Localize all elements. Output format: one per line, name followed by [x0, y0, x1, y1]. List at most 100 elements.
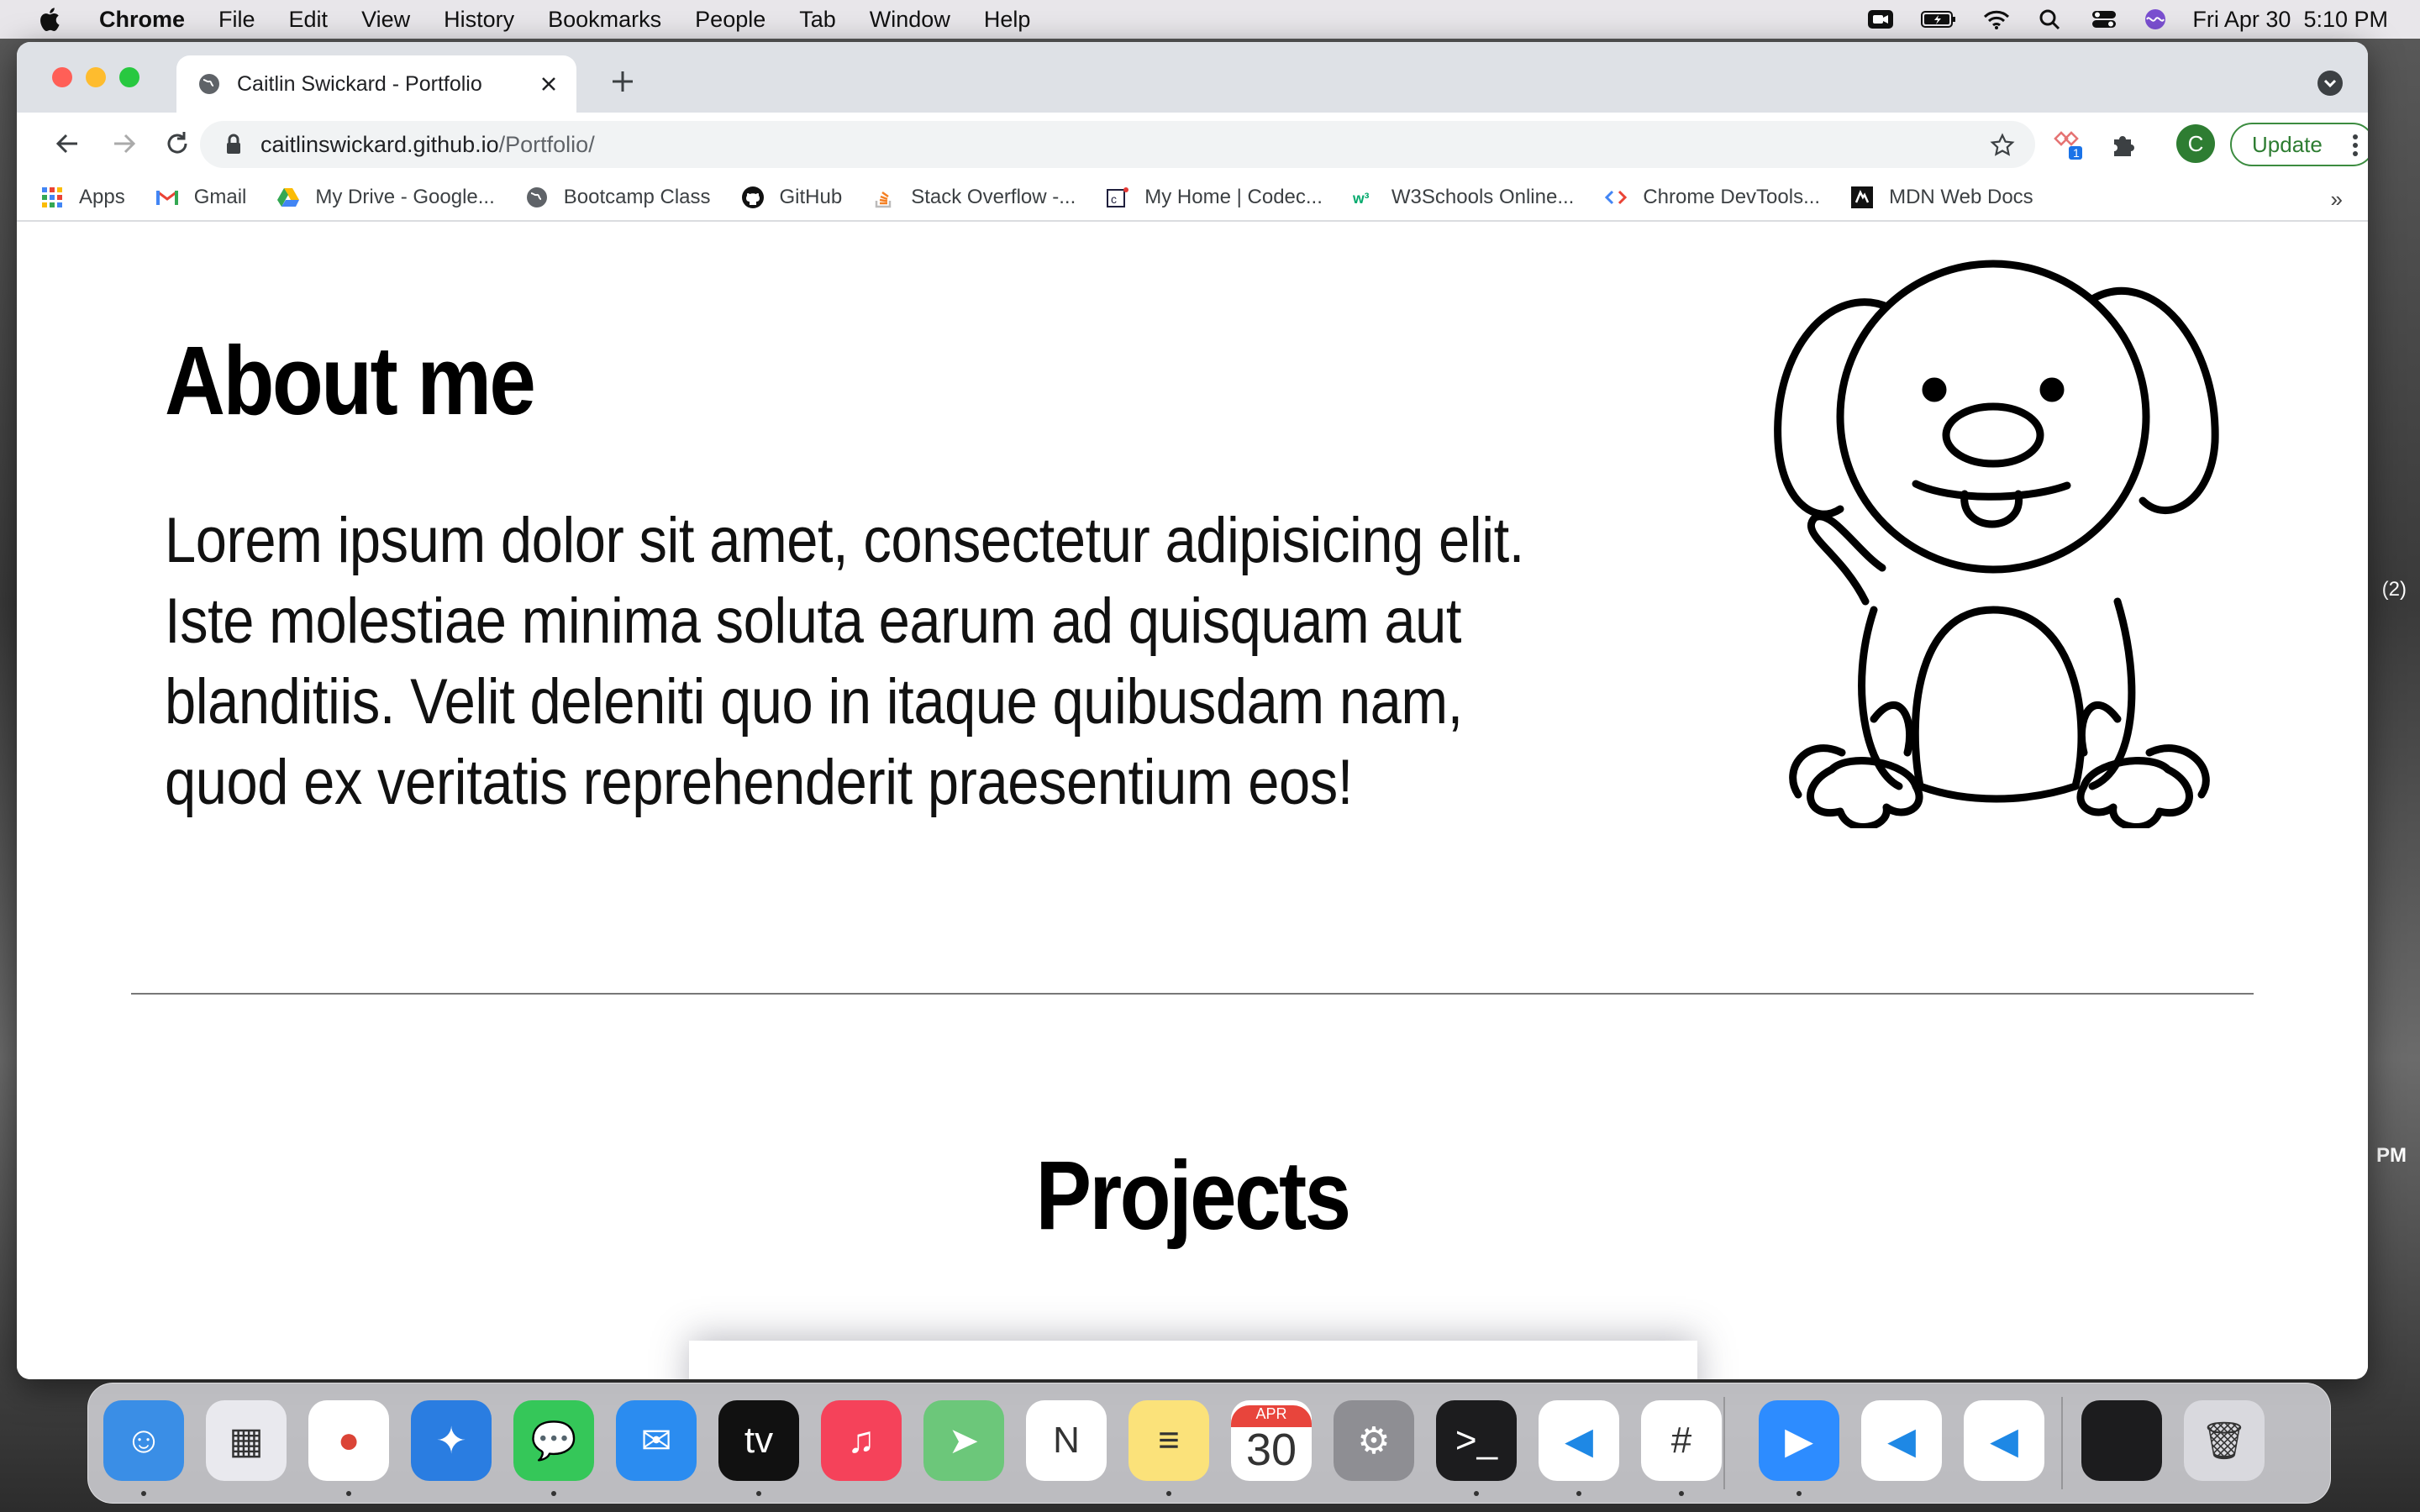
dock-safari-icon[interactable]: ✦	[411, 1400, 492, 1481]
dock-zoom-icon[interactable]: ▶	[1759, 1400, 1839, 1481]
github-icon	[741, 186, 765, 209]
bookmark-mdn[interactable]: MDN Web Docs	[1850, 186, 2033, 209]
menu-tab[interactable]: Tab	[799, 7, 836, 33]
tab-strip: Caitlin Swickard - Portfolio	[17, 42, 2368, 113]
tab-portfolio[interactable]: Caitlin Swickard - Portfolio	[176, 55, 576, 113]
menu-history[interactable]: History	[444, 7, 514, 33]
dock-chrome-icon[interactable]: ●	[308, 1400, 389, 1481]
dock-trash-icon[interactable]: 🗑	[2184, 1400, 2265, 1481]
dock-system-preferences-icon[interactable]: ⚙	[1334, 1400, 1414, 1481]
dock-terminal-icon[interactable]: >_	[1436, 1400, 1517, 1481]
extension-badge-count: 1	[2073, 146, 2080, 160]
bookmark-chrome-devtools[interactable]: Chrome DevTools...	[1604, 186, 1820, 209]
back-arrow-icon[interactable]	[52, 128, 84, 160]
devtools-icon	[1604, 186, 1628, 209]
bookmark-stack-overflow[interactable]: Stack Overflow -...	[872, 186, 1076, 209]
dock-launchpad-icon[interactable]: ▦	[206, 1400, 287, 1481]
bookmark-label: GitHub	[779, 186, 843, 208]
menu-people[interactable]: People	[695, 7, 765, 33]
dock-slack-icon[interactable]: #	[1641, 1400, 1722, 1481]
bookmark-codecademy[interactable]: c My Home | Codec...	[1106, 186, 1323, 209]
dock-finder-icon[interactable]: ☺	[103, 1400, 184, 1481]
dock-running-indicator	[551, 1491, 556, 1496]
dock-music-icon[interactable]: ♫	[821, 1400, 902, 1481]
dock-running-indicator	[1679, 1491, 1684, 1496]
bookmark-label: Gmail	[193, 186, 247, 208]
dock-news-icon[interactable]: N	[1026, 1400, 1107, 1481]
bookmark-w3schools[interactable]: w³ W3Schools Online...	[1353, 186, 1574, 209]
wifi-icon[interactable]	[1982, 8, 2011, 31]
about-heading: About me	[165, 326, 536, 435]
lock-icon[interactable]	[225, 134, 242, 155]
forward-arrow-icon[interactable]	[108, 128, 139, 160]
project-card[interactable]	[689, 1341, 1697, 1379]
menu-bookmarks[interactable]: Bookmarks	[548, 7, 661, 33]
dock-separator	[1723, 1397, 1725, 1489]
dock-apple-tv-icon[interactable]: tv	[718, 1400, 799, 1481]
svg-text:w³: w³	[1353, 190, 1370, 207]
dock-running-indicator	[346, 1491, 351, 1496]
bookmark-google-drive[interactable]: My Drive - Google...	[276, 186, 495, 209]
dock-maps-icon[interactable]: ➤	[923, 1400, 1004, 1481]
dock-mail-icon[interactable]: ✉	[616, 1400, 697, 1481]
about-paragraph: Lorem ipsum dolor sit amet, consectetur …	[165, 505, 1524, 818]
siri-icon[interactable]	[2144, 8, 2167, 31]
update-button[interactable]: Update	[2230, 123, 2368, 166]
dock-window-minimized-icon[interactable]	[2081, 1400, 2162, 1481]
desktop-text-fragment: (2)	[2381, 578, 2407, 601]
extensions-puzzle-icon[interactable]	[2107, 129, 2138, 160]
extension-badge-icon[interactable]: 1	[2054, 129, 2084, 160]
profile-avatar[interactable]: C	[2176, 124, 2215, 163]
cartoon-dog-image	[1774, 260, 2219, 828]
dock-vscode-3-icon[interactable]: ◀	[1964, 1400, 2044, 1481]
dock-calendar-icon[interactable]: APR 30	[1231, 1400, 1312, 1481]
bookmarks-overflow-chevron[interactable]: »	[2331, 186, 2343, 213]
bookmark-label: My Drive - Google...	[315, 186, 495, 208]
minimize-window-button[interactable]	[86, 67, 106, 87]
section-divider	[131, 993, 2254, 995]
w3schools-icon: w³	[1353, 186, 1376, 209]
bookmark-apps[interactable]: Apps	[40, 186, 125, 209]
menu-file[interactable]: File	[218, 7, 255, 33]
apple-logo-icon[interactable]	[35, 4, 66, 34]
apps-grid-icon	[40, 186, 64, 209]
macos-dock: ☺ ▦ ● ✦ 💬 ✉ tv ♫ ➤ N ≡ APR 30 ⚙ >_ ◀ # ▶ ◀ ◀ 🗑	[87, 1383, 2331, 1504]
bookmark-star-icon[interactable]	[1990, 133, 2015, 158]
menu-app-name[interactable]: Chrome	[99, 7, 185, 33]
tab-title: Caitlin Swickard - Portfolio	[237, 71, 482, 96]
menu-window[interactable]: Window	[870, 7, 950, 33]
bookmark-github[interactable]: GitHub	[741, 186, 843, 209]
dock-messages-icon[interactable]: 💬	[513, 1400, 594, 1481]
tab-search-icon[interactable]	[2317, 71, 2343, 96]
menubar-clock[interactable]: Fri Apr 30 5:10 PM	[2192, 7, 2388, 33]
url-path: /Portfolio/	[498, 131, 595, 157]
bookmark-gmail[interactable]: Gmail	[155, 186, 247, 209]
battery-charging-icon[interactable]	[1920, 8, 1957, 31]
bookmark-bootcamp-class[interactable]: Bootcamp Class	[525, 186, 711, 209]
dock-separator	[2061, 1397, 2063, 1489]
bookmark-label: Apps	[79, 186, 125, 208]
address-bar[interactable]: caitlinswickard.github.io/Portfolio/	[200, 121, 2035, 168]
mdn-icon	[1850, 186, 1874, 209]
macos-menubar: Chrome File Edit View History Bookmarks …	[0, 0, 2420, 39]
reload-icon[interactable]	[161, 128, 193, 160]
spotlight-search-icon[interactable]	[2036, 8, 2065, 31]
menu-help[interactable]: Help	[984, 7, 1031, 33]
close-tab-icon[interactable]	[539, 75, 558, 93]
kebab-menu-icon[interactable]	[2353, 134, 2358, 156]
desktop-text-fragment: PM	[2376, 1144, 2407, 1167]
close-window-button[interactable]	[52, 67, 72, 87]
bookmark-label: W3Schools Online...	[1391, 186, 1575, 208]
video-camera-icon[interactable]	[1866, 8, 1895, 31]
page-viewport[interactable]: About me Lorem ipsum dolor sit amet, con…	[17, 223, 2368, 1379]
fullscreen-window-button[interactable]	[119, 67, 139, 87]
menu-view[interactable]: View	[361, 7, 410, 33]
bookmark-label: MDN Web Docs	[1889, 186, 2033, 208]
dock-notes-icon[interactable]: ≡	[1128, 1400, 1209, 1481]
control-center-icon[interactable]	[2090, 8, 2118, 31]
menu-edit[interactable]: Edit	[289, 7, 329, 33]
dock-vscode-icon[interactable]: ◀	[1539, 1400, 1619, 1481]
dock-vscode-2-icon[interactable]: ◀	[1861, 1400, 1942, 1481]
projects-heading: Projects	[1035, 1141, 1351, 1250]
new-tab-icon[interactable]	[610, 69, 635, 94]
